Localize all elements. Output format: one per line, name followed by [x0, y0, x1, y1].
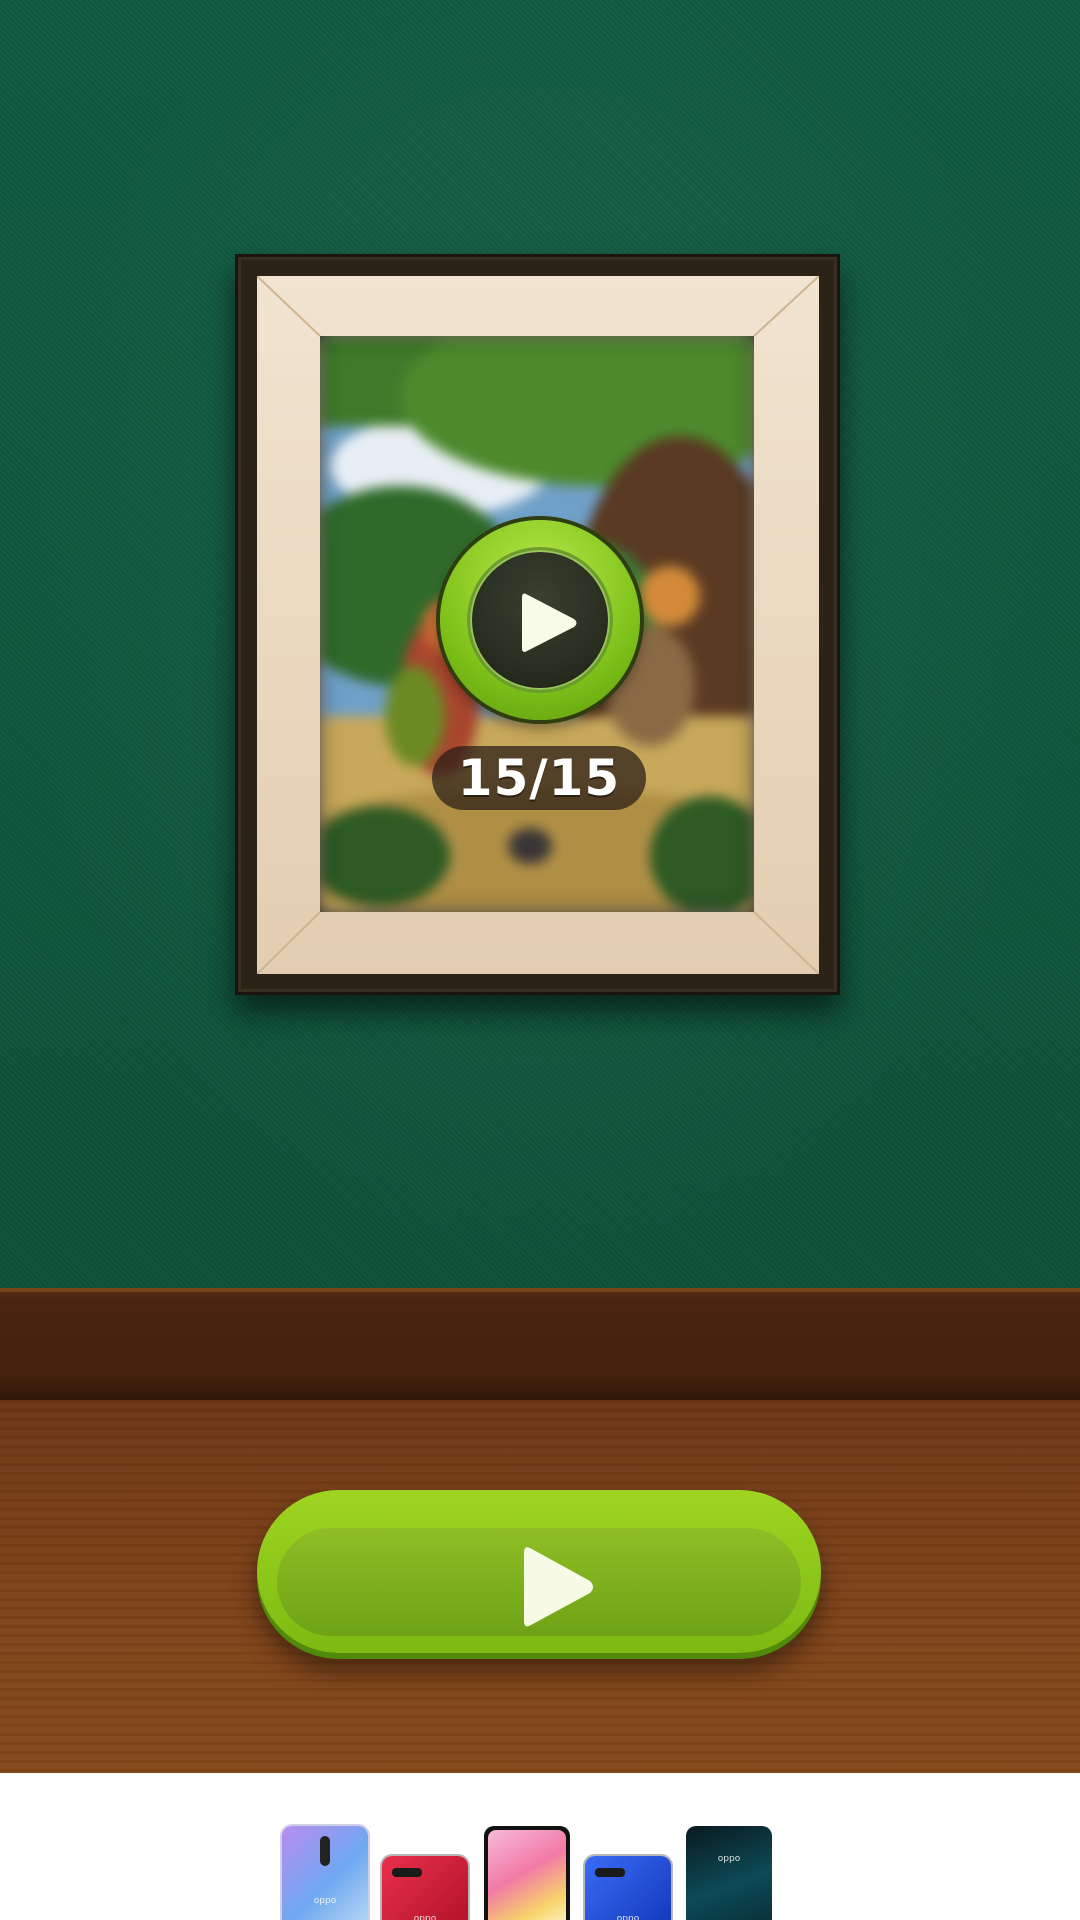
phone-brand-label: oppo — [717, 1854, 741, 1864]
play-icon — [522, 593, 577, 652]
level-play-button[interactable] — [440, 520, 640, 720]
level-play-inner-disc — [470, 550, 610, 690]
level-progress-counter: 15/15 — [432, 746, 646, 810]
phone-brand-label: oppo — [616, 1914, 640, 1920]
phone-brand-label: oppo — [413, 1914, 437, 1920]
wood-shelf-edge — [0, 1288, 1080, 1400]
phone-image-red: oppo — [382, 1856, 468, 1920]
phone-image-front-display — [484, 1826, 570, 1920]
phone-brand-label: oppo — [313, 1896, 337, 1906]
big-play-button[interactable] — [257, 1490, 821, 1653]
play-icon — [524, 1547, 593, 1627]
phone-image-blue: oppo — [585, 1856, 671, 1920]
ad-banner[interactable]: oppo oppo oppo oppo — [0, 1773, 1080, 1920]
phone-image-purple: oppo — [282, 1826, 368, 1920]
phone-image-dark-teal: oppo — [686, 1826, 772, 1920]
